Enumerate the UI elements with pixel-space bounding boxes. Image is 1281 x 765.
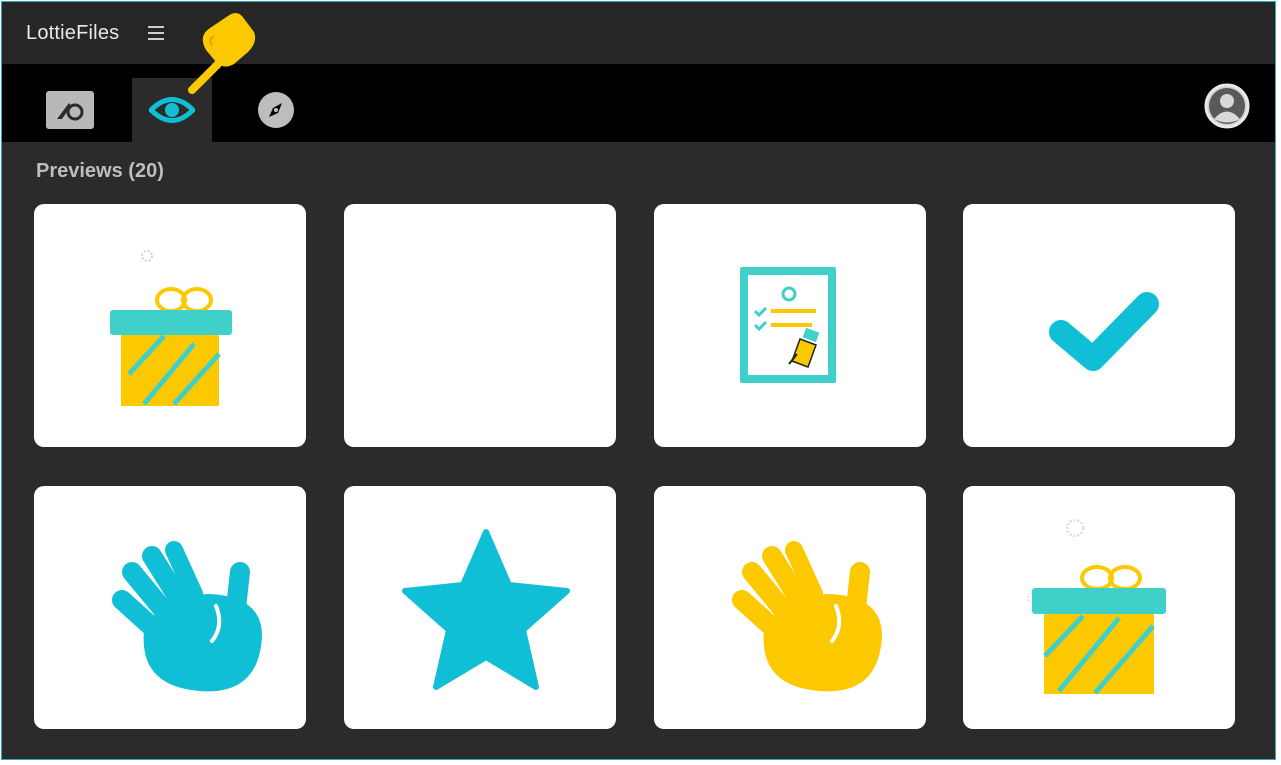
pointing-hand-icon: [188, 13, 256, 94]
waving-hand-icon: [732, 541, 882, 692]
preview-card-check[interactable]: [963, 204, 1235, 447]
preview-card-document[interactable]: [654, 204, 926, 447]
waving-hand-icon: [112, 541, 262, 692]
preview-card-gift[interactable]: [34, 204, 306, 447]
app-window: LottieFiles Previews (20): [1, 1, 1276, 760]
compass-icon: [258, 92, 294, 128]
app-title: LottieFiles: [26, 22, 120, 44]
preview-card-wave-cyan[interactable]: [34, 486, 306, 729]
gift-box-icon: [110, 250, 232, 406]
tab-lottie[interactable]: [30, 78, 110, 142]
preview-card-wave-yellow[interactable]: [654, 486, 926, 729]
lottie-logo-icon: [46, 91, 94, 129]
hamburger-menu-icon[interactable]: [148, 26, 164, 40]
previews-heading: Previews (20): [36, 160, 164, 182]
profile-avatar-icon[interactable]: [1203, 82, 1251, 130]
preview-card-star[interactable]: [344, 486, 616, 729]
eye-icon: [149, 97, 195, 123]
checkmark-icon: [1049, 292, 1159, 371]
star-icon: [402, 529, 570, 690]
gift-box-icon: [1027, 519, 1166, 695]
preview-card-blank[interactable]: [344, 204, 616, 447]
signed-document-icon: [740, 267, 836, 383]
preview-card-gift-2[interactable]: [963, 486, 1235, 729]
